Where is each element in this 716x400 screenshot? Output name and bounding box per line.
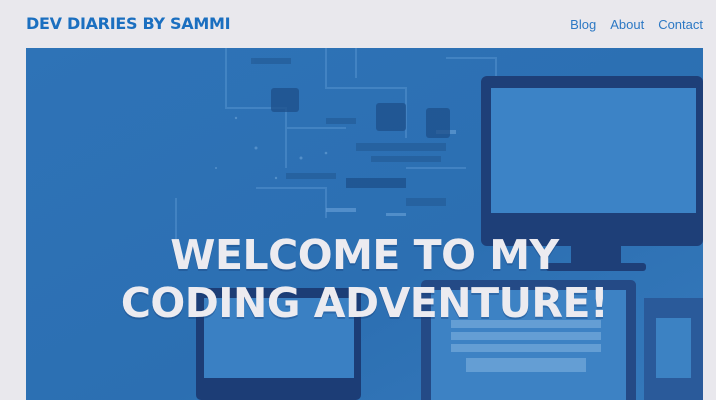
site-logo[interactable]: DEV DIARIES BY SAMMI	[26, 14, 231, 33]
hero-title-line-2: CODING ADVENTURE!	[120, 279, 609, 328]
nav-link-blog[interactable]: Blog	[570, 17, 596, 32]
nav-link-about[interactable]: About	[610, 17, 644, 32]
nav-link-contact[interactable]: Contact	[658, 17, 703, 32]
main-nav: Blog About Contact	[570, 17, 703, 32]
hero-illustration	[26, 48, 703, 400]
site-header: DEV DIARIES BY SAMMI Blog About Contact	[0, 0, 716, 48]
hero-banner: WELCOME TO MY CODING ADVENTURE!	[26, 48, 703, 400]
hero-title-line-1: WELCOME TO MY	[170, 231, 559, 280]
hero-title: WELCOME TO MY CODING ADVENTURE!	[26, 231, 703, 327]
